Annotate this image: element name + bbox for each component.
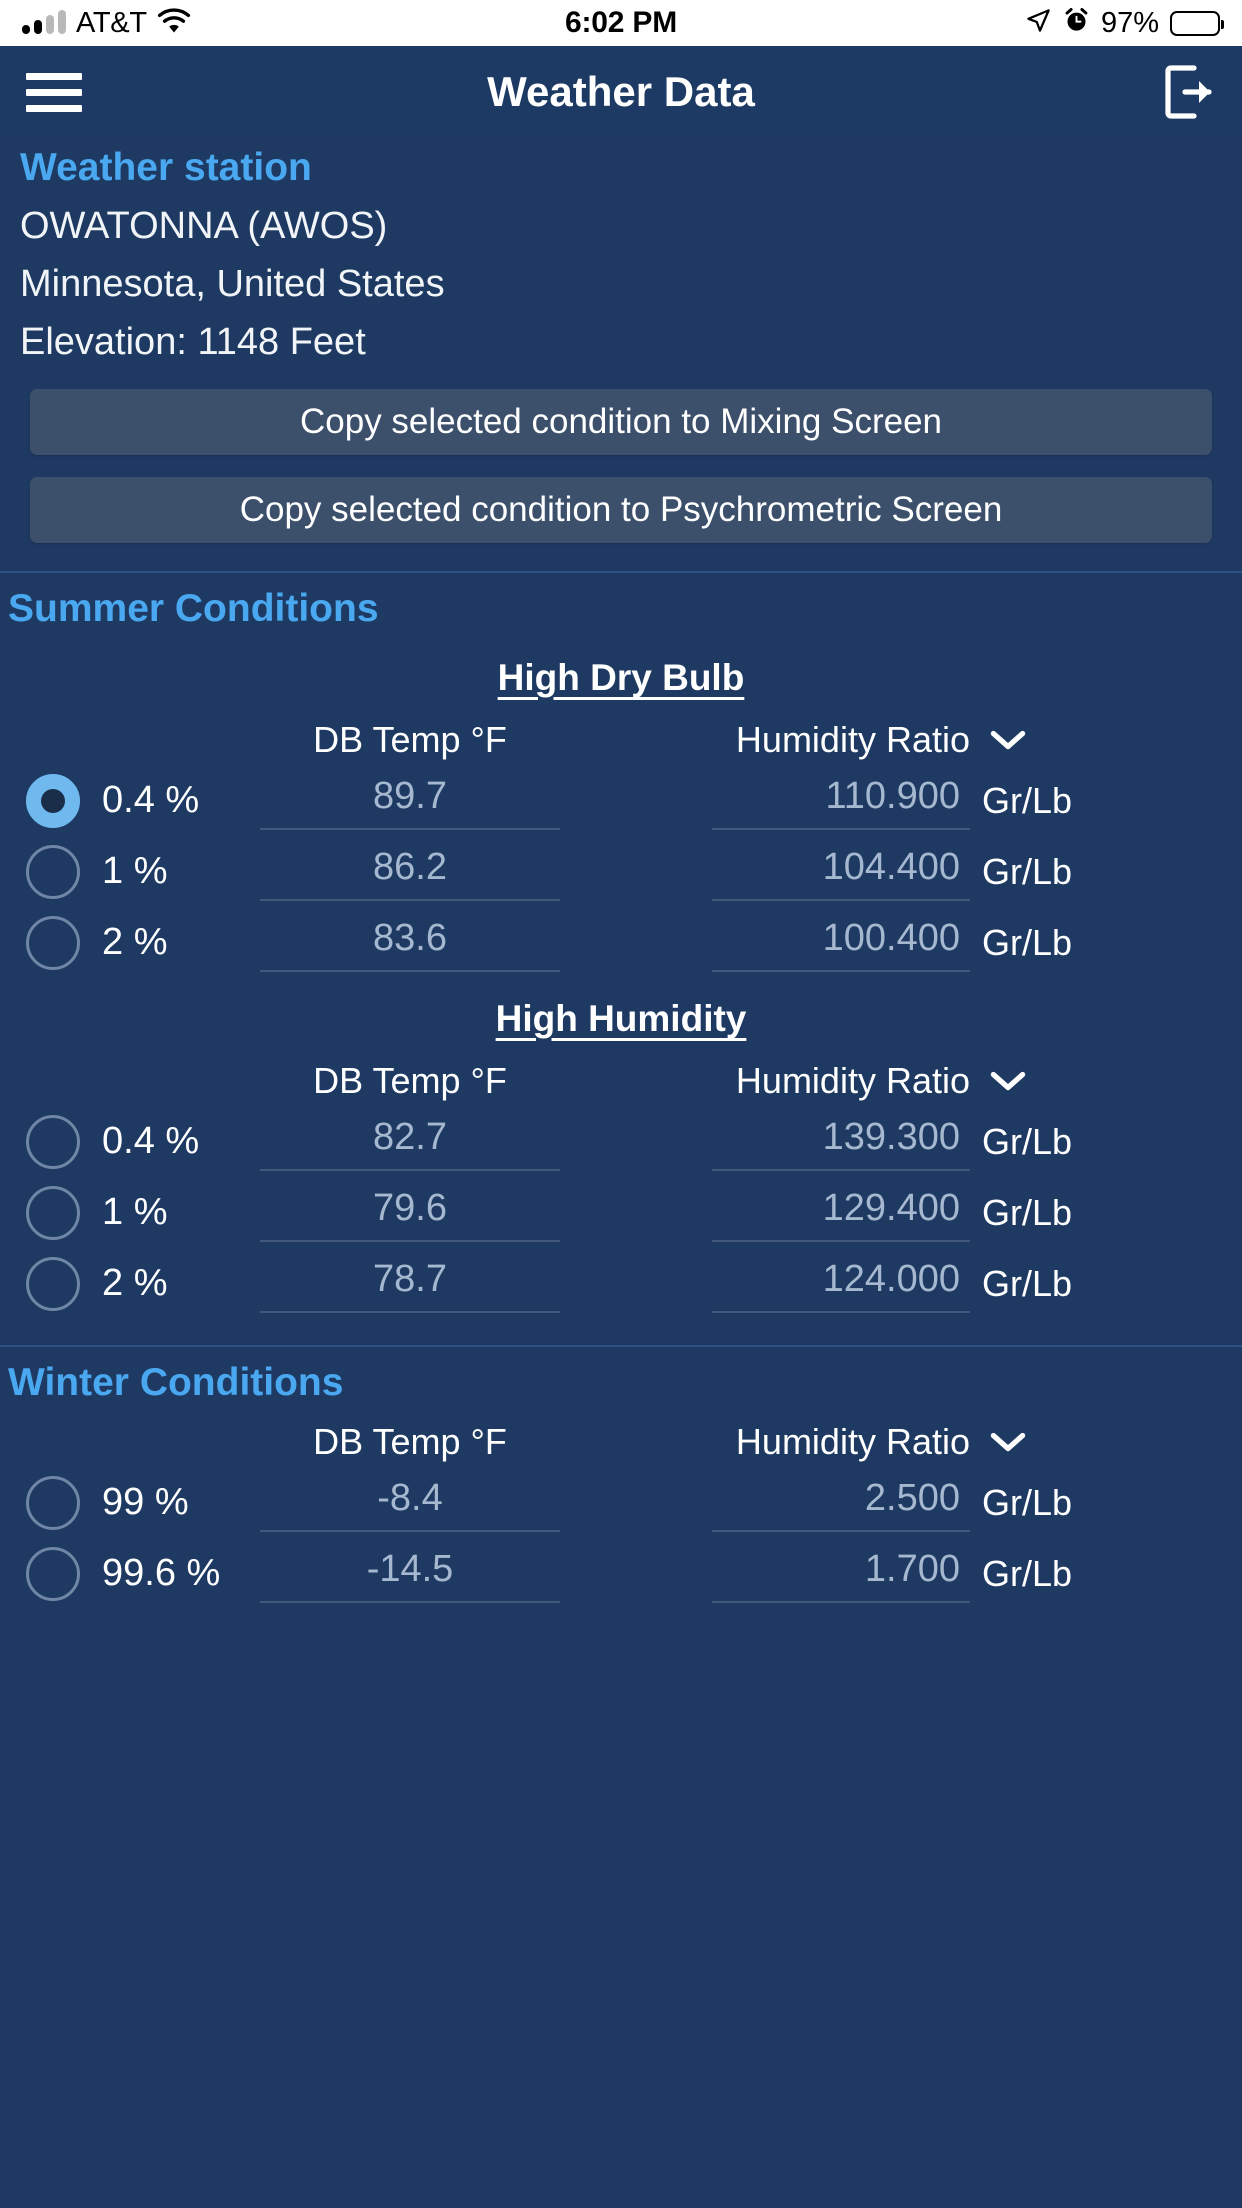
db-temp-field[interactable]: 83.6 (260, 913, 560, 973)
unit-label: Gr/Lb (982, 921, 1073, 963)
unit-label: Gr/Lb (982, 1552, 1073, 1594)
column-header-db-temp: DB Temp °F (313, 1060, 507, 1102)
radio-button[interactable] (26, 1185, 80, 1240)
humidity-ratio-field[interactable]: 1.700 (712, 1544, 970, 1604)
radio-button[interactable] (26, 1546, 80, 1601)
status-bar-right: 97% (1025, 6, 1224, 40)
winter-conditions-heading: Winter Conditions (8, 1361, 344, 1405)
radio-button[interactable] (26, 1475, 80, 1530)
db-temp-field[interactable]: 86.2 (260, 842, 560, 902)
copy-to-psychrometric-screen-button[interactable]: Copy selected condition to Psychrometric… (30, 477, 1212, 544)
humidity-ratio-field[interactable]: 100.400 (712, 913, 970, 973)
table-header-row: DB Temp °F Humidity Ratio (0, 1050, 1242, 1106)
alarm-clock-icon (1063, 7, 1090, 39)
humidity-ratio-field[interactable]: 139.300 (712, 1112, 970, 1172)
db-temp-field[interactable]: 79.6 (260, 1183, 560, 1243)
db-temp-field[interactable]: 82.7 (260, 1112, 560, 1172)
table-row[interactable]: 0.4 % 89.7 110.900 Gr/Lb (0, 765, 1242, 836)
unit-label: Gr/Lb (982, 1262, 1073, 1304)
radio-button[interactable] (26, 844, 80, 899)
humidity-ratio-chevron-down-icon[interactable] (970, 727, 1130, 753)
row-percent-label: 0.4 % (102, 779, 200, 822)
radio-button[interactable] (26, 1256, 80, 1311)
weather-station-section: Weather station OWATONNA (AWOS) Minnesot… (0, 138, 1242, 375)
unit-label: Gr/Lb (982, 1191, 1073, 1233)
page-title: Weather Data (487, 68, 755, 115)
unit-label: Gr/Lb (982, 1481, 1073, 1523)
station-location: Minnesota, United States (20, 262, 445, 305)
row-percent-label: 0.4 % (102, 1120, 200, 1163)
row-percent-label: 99 % (102, 1481, 189, 1524)
row-percent-label: 2 % (102, 921, 168, 964)
humidity-ratio-field[interactable]: 2.500 (712, 1473, 970, 1533)
unit-label: Gr/Lb (982, 779, 1073, 821)
logout-icon[interactable] (1160, 62, 1216, 122)
location-arrow-icon (1025, 7, 1052, 39)
battery-icon (1170, 10, 1224, 36)
column-header-humidity-ratio: Humidity Ratio (735, 1421, 970, 1463)
table-header-row: DB Temp °F Humidity Ratio (0, 1411, 1242, 1467)
table-row[interactable]: 2 % 78.7 124.000 Gr/Lb (0, 1248, 1242, 1319)
row-percent-label: 2 % (102, 1262, 168, 1305)
table-row[interactable]: 2 % 83.6 100.400 Gr/Lb (0, 907, 1242, 978)
table-row[interactable]: 0.4 % 82.7 139.300 Gr/Lb (0, 1106, 1242, 1177)
high-humidity-subtitle: High Humidity (495, 998, 747, 1040)
table-row[interactable]: 1 % 79.6 129.400 Gr/Lb (0, 1177, 1242, 1248)
weather-station-heading: Weather station (20, 146, 312, 189)
column-header-humidity-ratio: Humidity Ratio (735, 1060, 970, 1102)
column-header-db-temp: DB Temp °F (313, 1421, 507, 1463)
unit-label: Gr/Lb (982, 1120, 1073, 1162)
db-temp-field[interactable]: 78.7 (260, 1254, 560, 1314)
copy-actions: Copy selected condition to Mixing Screen… (0, 375, 1242, 571)
row-percent-label: 99.6 % (102, 1552, 221, 1595)
high-humidity-table: High Humidity DB Temp °F Humidity Ratio … (0, 998, 1242, 1319)
table-header-row: DB Temp °F Humidity Ratio (0, 709, 1242, 765)
summer-conditions-panel: Summer Conditions High Dry Bulb DB Temp … (0, 571, 1242, 1345)
humidity-ratio-field[interactable]: 124.000 (712, 1254, 970, 1314)
table-row[interactable]: 99 % -8.4 2.500 Gr/Lb (0, 1467, 1242, 1538)
radio-button[interactable] (26, 915, 80, 970)
station-elevation: Elevation: 1148 Feet (20, 320, 366, 363)
humidity-ratio-field[interactable]: 129.400 (712, 1183, 970, 1243)
humidity-ratio-field[interactable]: 110.900 (712, 771, 970, 831)
station-name: OWATONNA (AWOS) (20, 205, 388, 247)
radio-button[interactable] (26, 773, 80, 828)
high-dry-bulb-table: High Dry Bulb DB Temp °F Humidity Ratio … (0, 657, 1242, 978)
db-temp-field[interactable]: -14.5 (260, 1544, 560, 1604)
table-row[interactable]: 99.6 % -14.5 1.700 Gr/Lb (0, 1538, 1242, 1609)
humidity-ratio-chevron-down-icon[interactable] (970, 1429, 1130, 1455)
row-percent-label: 1 % (102, 850, 168, 893)
winter-conditions-panel: Winter Conditions DB Temp °F Humidity Ra… (0, 1345, 1242, 1609)
humidity-ratio-field[interactable]: 104.400 (712, 842, 970, 902)
row-percent-label: 1 % (102, 1191, 168, 1234)
ios-status-bar: AT&T 6:02 PM 97% (0, 0, 1242, 46)
humidity-ratio-chevron-down-icon[interactable] (970, 1068, 1130, 1094)
hamburger-menu-icon[interactable] (26, 72, 82, 112)
battery-percent-label: 97% (1100, 6, 1159, 39)
db-temp-field[interactable]: -8.4 (260, 1473, 560, 1533)
high-dry-bulb-subtitle: High Dry Bulb (497, 657, 745, 699)
column-header-db-temp: DB Temp °F (313, 719, 507, 761)
app-navigation-bar: Weather Data (0, 46, 1242, 138)
radio-button[interactable] (26, 1114, 80, 1169)
summer-conditions-heading: Summer Conditions (8, 587, 379, 631)
column-header-humidity-ratio: Humidity Ratio (735, 719, 970, 761)
table-row[interactable]: 1 % 86.2 104.400 Gr/Lb (0, 836, 1242, 907)
copy-to-mixing-screen-button[interactable]: Copy selected condition to Mixing Screen (30, 389, 1212, 456)
unit-label: Gr/Lb (982, 850, 1073, 892)
db-temp-field[interactable]: 89.7 (260, 771, 560, 831)
